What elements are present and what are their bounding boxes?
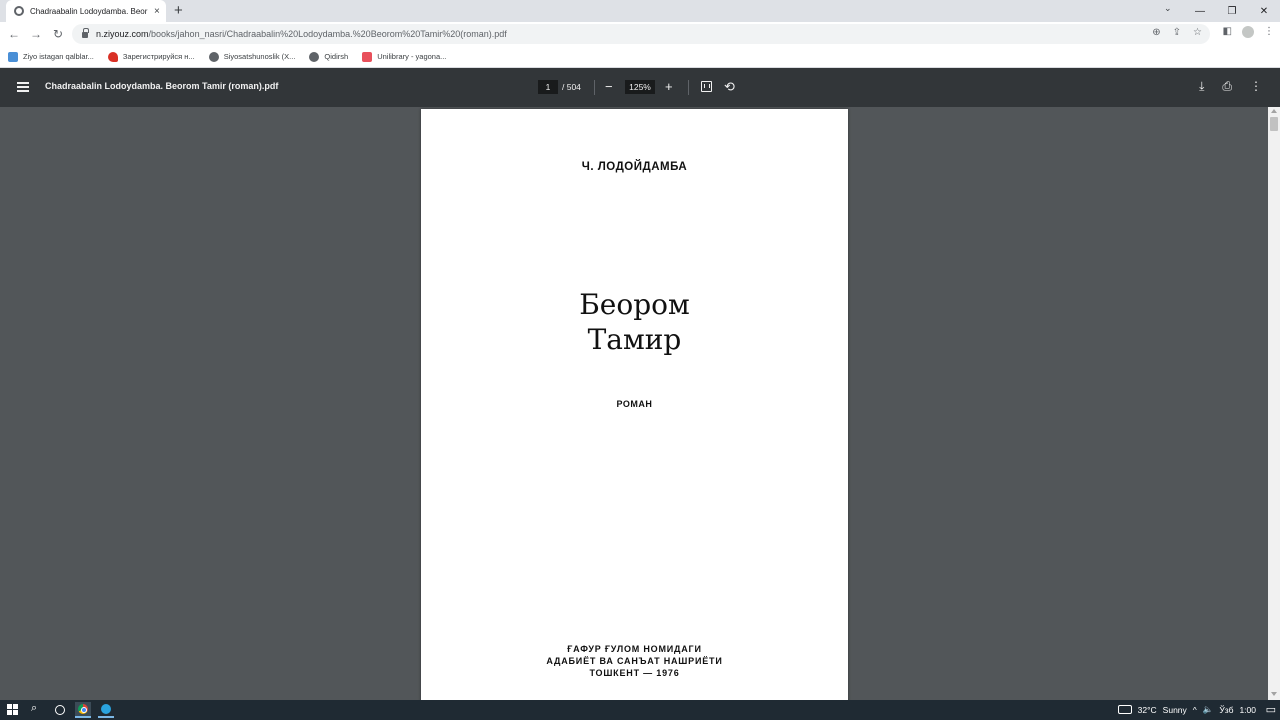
weather-icon[interactable] — [1117, 705, 1132, 714]
share-icon[interactable]: ⇪ — [1173, 27, 1181, 38]
side-panel-icon[interactable]: ◧ — [1223, 26, 1232, 38]
zoom-in-button[interactable]: + — [665, 79, 673, 94]
bookmark-label: Зарегистрируйся н... — [122, 52, 195, 61]
heart-icon — [107, 51, 118, 62]
bookmark-label: Qidirsh — [324, 52, 349, 61]
fit-to-page-icon[interactable] — [701, 81, 712, 92]
page-number-input[interactable]: 1 — [538, 80, 558, 94]
vertical-scrollbar[interactable] — [1268, 107, 1280, 700]
hamburger-menu-icon[interactable] — [17, 82, 29, 92]
tab-title: Chadraabalin Lodoydamba. Beor — [30, 6, 148, 16]
address-bar[interactable]: n.ziyouz.com/books/jahon_nasri/Chadraaba… — [72, 24, 1210, 44]
bookmark-label: Unilibrary - yagona... — [377, 52, 447, 61]
download-icon[interactable]: ⤓ — [1199, 79, 1204, 94]
url-text[interactable]: n.ziyouz.com/books/jahon_nasri/Chadraaba… — [96, 29, 507, 39]
toolbar-divider — [594, 80, 595, 95]
restore-button[interactable]: ❐ — [1216, 0, 1248, 22]
minimize-button[interactable]: — — [1184, 0, 1216, 22]
reload-button[interactable]: ↻ — [50, 26, 66, 42]
pdf-toolbar: Chadraabalin Lodoydamba. Beorom Tamir (r… — [0, 68, 1280, 107]
book-genre: РОМАН — [616, 399, 653, 409]
browser-tab-active[interactable]: Chadraabalin Lodoydamba. Beor × — [6, 0, 166, 22]
tab-search-icon[interactable]: ⌄ — [1164, 3, 1172, 14]
pdf-page: Ч. ЛОДОЙДАМБА Беором Тамир РОМАН ҒАФУР Ғ… — [421, 109, 848, 700]
bookmark-item[interactable]: Siyosatshunoslik (X... — [208, 51, 296, 62]
book-title-line: Беором — [579, 288, 690, 321]
input-language[interactable]: Ўзб — [1219, 705, 1233, 715]
zoom-icon[interactable]: ⊕ — [1152, 27, 1160, 38]
bookmark-item[interactable]: Qidirsh — [309, 51, 349, 62]
browser-toolbar: ← → ↻ n.ziyouz.com/books/jahon_nasri/Cha… — [0, 22, 1280, 46]
back-button[interactable]: ← — [6, 26, 22, 42]
rotate-icon[interactable]: ⟲ — [724, 79, 735, 94]
publisher-block: ҒАФУР ҒУЛОМ НОМИДАГИ АДАБИЁТ ВА САНЪАТ Н… — [421, 643, 848, 679]
omnibox-actions: ⊕ ⇪ ☆ — [1152, 27, 1202, 38]
chrome-icon — [78, 704, 88, 714]
bookmark-item[interactable]: Ziyo istagan qalblar... — [8, 51, 94, 62]
publisher-line: ҒАФУР ҒУЛОМ НОМИДАГИ — [567, 644, 702, 654]
pdf-viewport[interactable]: Ч. ЛОДОЙДАМБА Беором Тамир РОМАН ҒАФУР Ғ… — [0, 107, 1268, 700]
telegram-icon — [101, 704, 111, 714]
page-total: / 504 — [562, 82, 581, 92]
volume-icon[interactable]: 🔈 — [1203, 704, 1214, 715]
tray-overflow-icon[interactable]: ^ — [1193, 705, 1197, 715]
system-tray: 32°C Sunny ^ 🔈 Ўзб 1:00 — [1117, 704, 1256, 715]
browser-menu-icon[interactable]: ⋮ — [1264, 26, 1274, 38]
new-tab-button[interactable]: + — [174, 2, 183, 20]
window-controls: — ❐ ✕ — [1184, 0, 1280, 22]
site-favicon-icon — [14, 6, 24, 16]
bookmark-star-icon[interactable]: ☆ — [1193, 27, 1202, 38]
forward-button[interactable]: → — [28, 26, 44, 42]
globe-icon — [309, 51, 320, 62]
tab-strip: Chadraabalin Lodoydamba. Beor × + ⌄ — ❐ … — [0, 0, 1280, 22]
close-window-button[interactable]: ✕ — [1248, 0, 1280, 22]
bookmarks-bar: Ziyo istagan qalblar... Зарегистрируйся … — [0, 46, 1280, 68]
bookmark-item[interactable]: Зарегистрируйся н... — [107, 51, 195, 62]
scroll-down-arrow-icon[interactable] — [1271, 692, 1277, 696]
profile-avatar[interactable] — [1242, 26, 1254, 38]
zoom-out-button[interactable]: − — [605, 79, 613, 94]
weather-condition[interactable]: Sunny — [1163, 705, 1187, 715]
bookmark-favicon-icon — [8, 51, 18, 62]
tab-close-icon[interactable]: × — [154, 6, 160, 17]
windows-start-icon[interactable] — [7, 704, 18, 715]
clock[interactable]: 1:00 — [1239, 705, 1256, 715]
pdf-file-title: Chadraabalin Lodoydamba. Beorom Tamir (r… — [45, 81, 279, 91]
globe-icon — [208, 51, 219, 62]
lock-icon[interactable] — [82, 28, 89, 38]
scroll-up-arrow-icon[interactable] — [1271, 109, 1277, 113]
more-options-icon[interactable]: ⋮ — [1250, 79, 1262, 94]
book-author: Ч. ЛОДОЙДАМБА — [581, 161, 688, 173]
bookmark-favicon-icon — [362, 51, 373, 62]
zoom-level-input[interactable]: 125% — [625, 80, 655, 94]
windows-taskbar: ⌕ 32°C Sunny ^ 🔈 Ўзб 1:00 ▭ — [0, 700, 1280, 720]
url-path: /books/jahon_nasri/Chadraabalin%20Lodoyd… — [148, 29, 507, 39]
print-icon[interactable]: ⎙ — [1222, 79, 1232, 94]
bookmark-item[interactable]: Unilibrary - yagona... — [362, 51, 447, 62]
toolbar-right: ◧ ⋮ — [1223, 26, 1274, 38]
publisher-line: АДАБИЁТ ВА САНЪАТ НАШРИЁТИ — [546, 656, 723, 666]
chrome-taskbar-app[interactable] — [75, 702, 91, 718]
pdf-actions: ⤓ ⎙ ⋮ — [1199, 79, 1262, 94]
search-icon[interactable]: ⌕ — [31, 702, 37, 715]
bookmark-label: Siyosatshunoslik (X... — [223, 52, 296, 61]
bookmark-label: Ziyo istagan qalblar... — [23, 52, 94, 61]
publisher-line: ТОШКЕНТ — 1976 — [589, 668, 680, 678]
temperature[interactable]: 32°C — [1138, 705, 1157, 715]
book-title-line: Тамир — [587, 323, 682, 356]
cortana-icon[interactable] — [55, 705, 65, 715]
notifications-icon[interactable]: ▭ — [1266, 703, 1276, 716]
book-title: Беором Тамир — [421, 287, 848, 357]
telegram-taskbar-app[interactable] — [98, 702, 114, 718]
url-domain: n.ziyouz.com — [96, 29, 149, 39]
scroll-thumb[interactable] — [1270, 117, 1278, 131]
toolbar-divider — [688, 80, 689, 95]
